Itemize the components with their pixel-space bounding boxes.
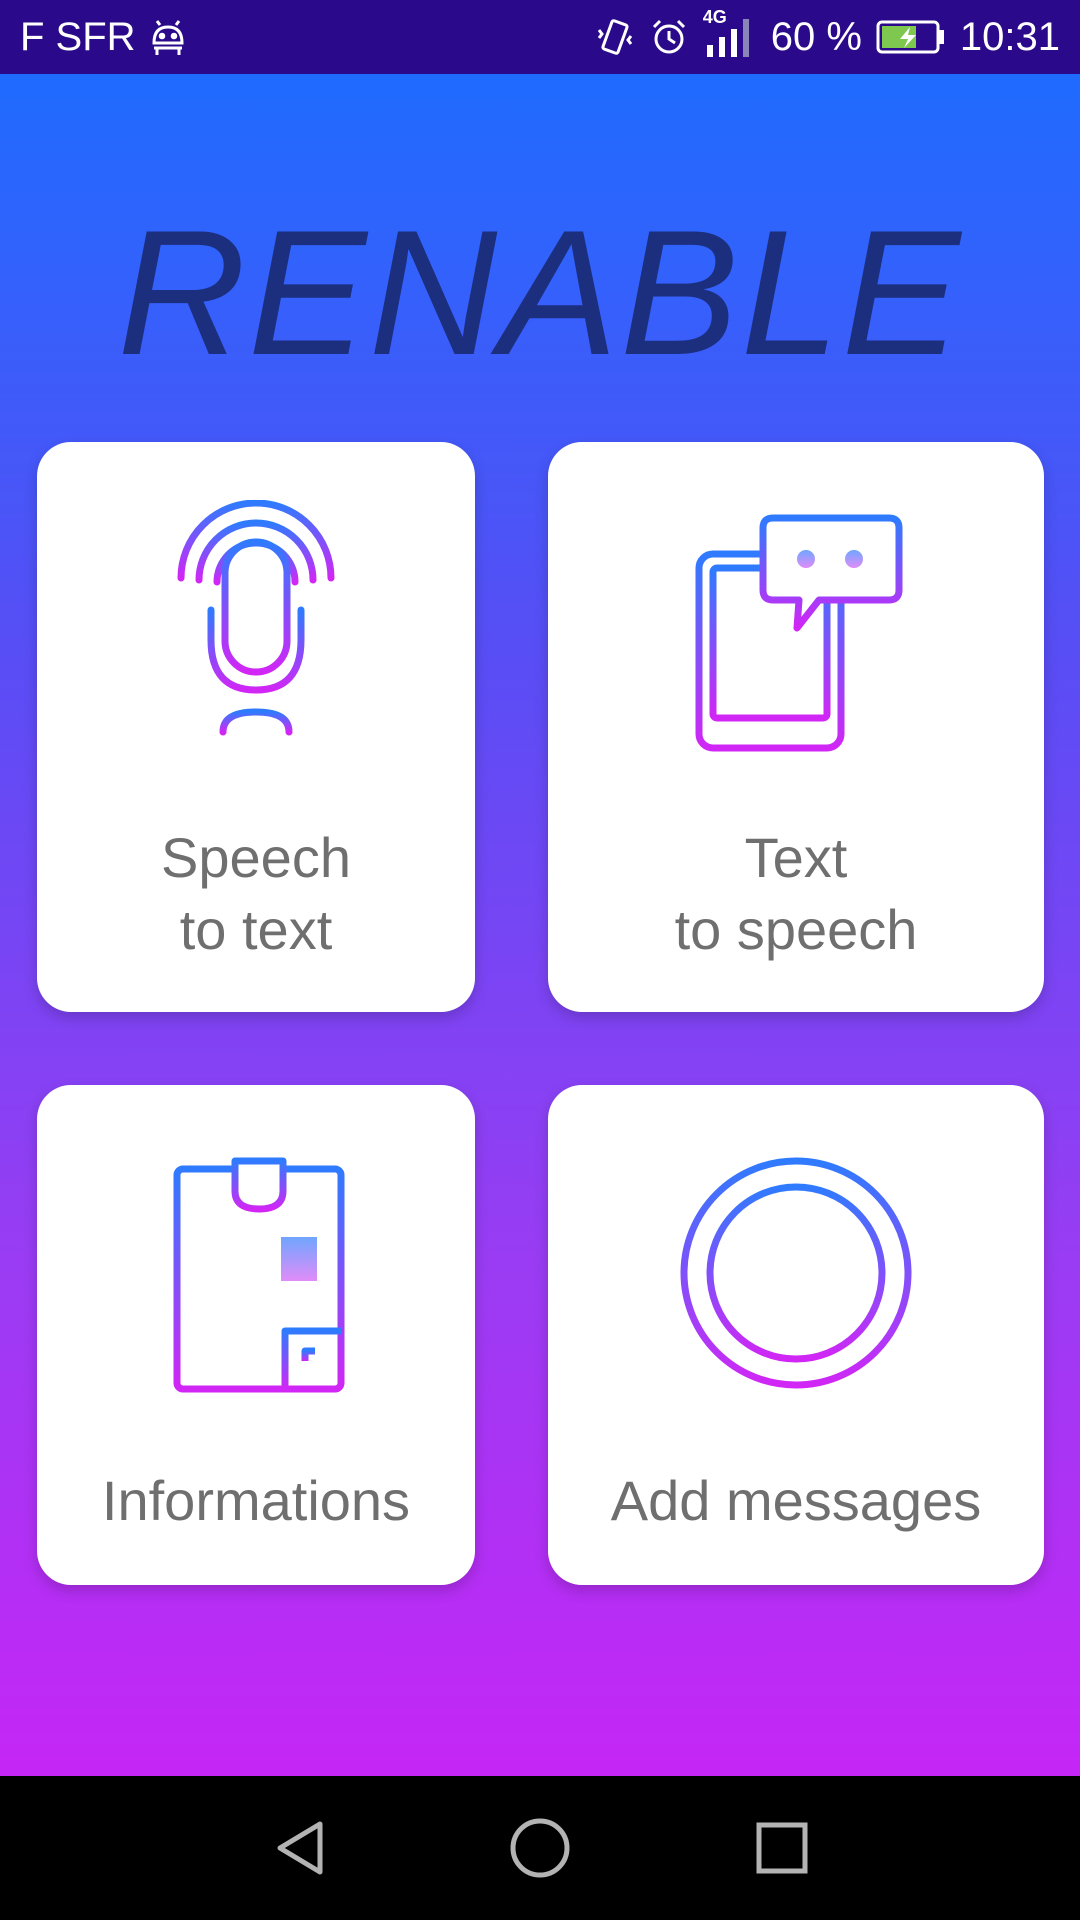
status-bar-right: 4G 60 % 10:31 [595,7,1060,60]
home-icon[interactable] [508,1816,572,1880]
main-screen: RENABLE Speech to text Text to speech In… [0,74,1080,1776]
alarm-icon [649,17,689,57]
speech-to-text-tile[interactable]: Speech to text [37,442,475,1012]
carrier-name: F SFR [20,14,136,59]
informations-tile[interactable]: Informations [37,1085,475,1585]
tile-label-line1: Text [744,826,848,889]
tile-label-line1: Speech [161,826,351,889]
tile-label: Informations [37,1465,475,1537]
add-circle-icon [678,1155,914,1396]
status-bar: F SFR 4G 60 % 10:31 [0,0,1080,74]
tile-label: Add messages [548,1465,1044,1537]
tile-label-line1: Add messages [610,1469,982,1532]
battery-charging-icon [876,19,946,55]
android-debug-icon [148,17,188,57]
tile-label-line2: to speech [674,898,918,961]
vibrate-icon [595,16,635,58]
add-messages-tile[interactable]: Add messages [548,1085,1044,1585]
status-bar-left: F SFR [20,15,188,60]
back-icon[interactable] [270,1818,330,1878]
clock-time: 10:31 [959,14,1060,59]
network-type: 4G [702,7,727,27]
microphone-icon [171,499,341,745]
tile-label-line2: to text [179,898,333,961]
app-title: RENABLE [117,193,963,392]
recents-icon[interactable] [752,1818,812,1878]
tile-label: Text to speech [548,822,1044,966]
navigation-bar [0,1776,1080,1920]
text-to-speech-tile[interactable]: Text to speech [548,442,1044,1012]
phone-chat-icon [693,514,903,759]
signal-icon: 4G [703,7,757,59]
tile-label: Speech to text [37,822,475,966]
tile-label-line1: Informations [101,1469,411,1532]
battery-percent: 60 % [770,14,862,59]
id-card-icon [169,1155,349,1400]
